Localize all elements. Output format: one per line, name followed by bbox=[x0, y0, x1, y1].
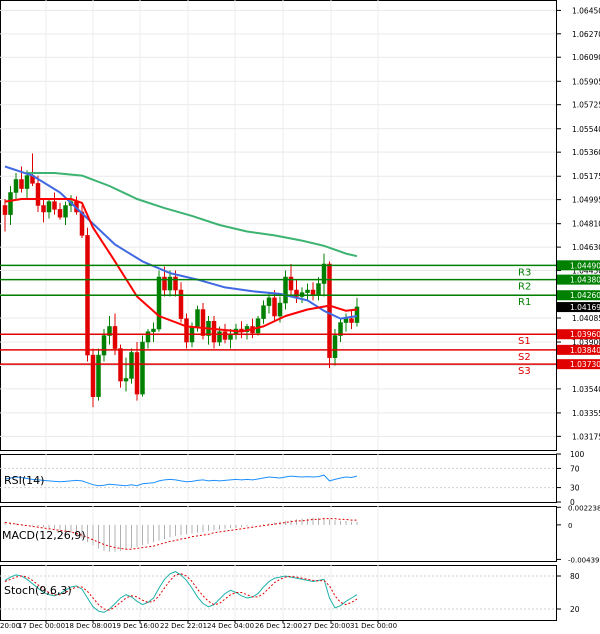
candle-bear bbox=[90, 354, 96, 397]
y-tick-label: 1.05905 bbox=[572, 77, 600, 86]
level-name-s2: S2 bbox=[518, 352, 531, 363]
level-name-s3: S3 bbox=[518, 366, 531, 377]
y-tick-label: 1.04810 bbox=[572, 220, 600, 229]
candle-bull bbox=[46, 201, 52, 213]
y-tick-label: 1.05360 bbox=[572, 148, 600, 157]
rsi-tick-label: 70 bbox=[570, 464, 580, 473]
level-name-r1: R1 bbox=[518, 297, 531, 308]
candle-bull bbox=[277, 302, 283, 317]
candle-bear bbox=[200, 309, 206, 336]
forex-chart: 1.06450 1.06270 1.06090 1.05905 1.05725 1.055… bbox=[0, 0, 600, 630]
macd-label: MACD(12,26,9) bbox=[2, 529, 86, 542]
candle-bull bbox=[123, 378, 129, 382]
y-tick-label: 1.04085 bbox=[572, 314, 600, 323]
candle-bull bbox=[151, 328, 156, 332]
x-tick-label: 24 Dec 04:00 bbox=[207, 622, 254, 630]
rsi-panel-frame bbox=[0, 454, 557, 503]
candle-bear bbox=[19, 179, 24, 189]
level-name-r3: R3 bbox=[518, 267, 531, 278]
candle-bear bbox=[35, 183, 41, 206]
rsi-tick-label: 30 bbox=[570, 484, 580, 493]
candle-bull bbox=[156, 276, 162, 330]
candle-bull bbox=[129, 352, 134, 379]
candle-bull bbox=[266, 297, 272, 306]
candle-bull bbox=[316, 283, 321, 296]
candle-bull bbox=[261, 305, 266, 319]
y-tick-label: 1.04995 bbox=[572, 196, 600, 205]
rsi-label: RSI(14) bbox=[4, 474, 44, 487]
level-price-label: 1.04380 bbox=[570, 276, 600, 285]
x-tick-label: 22 Dec 22:01 bbox=[160, 622, 207, 630]
y-tick-label: 1.03540 bbox=[572, 385, 600, 394]
candle-bear bbox=[2, 205, 8, 215]
candle-bear bbox=[178, 289, 184, 319]
candle-bear bbox=[52, 201, 57, 210]
candle-bear bbox=[211, 320, 217, 343]
level-name-s1: S1 bbox=[518, 336, 531, 347]
level-price-label: 1.04490 bbox=[570, 261, 600, 270]
candle-bull bbox=[101, 335, 107, 356]
stoch-tick-label: 80 bbox=[570, 572, 580, 581]
level-price-label: 1.04260 bbox=[570, 291, 600, 300]
candle-bull bbox=[195, 309, 200, 327]
candle-bull bbox=[8, 192, 13, 215]
candle-bull bbox=[13, 179, 19, 193]
candle-bull bbox=[145, 331, 151, 343]
candle-bear bbox=[41, 205, 46, 213]
x-tick-label: 27 Dec 20:00 bbox=[303, 622, 350, 630]
x-tick-label: 31 Dec 00:00 bbox=[350, 622, 397, 630]
y-tick-label: 1.06270 bbox=[572, 30, 600, 39]
macd-tick-label: 0.002238 bbox=[568, 504, 600, 512]
y-tick-label: 1.03175 bbox=[572, 432, 600, 441]
candle-bull bbox=[63, 205, 68, 218]
x-tick-label: 18 Dec 08:00 bbox=[65, 622, 112, 630]
candle-bear bbox=[134, 352, 140, 395]
candle-bear bbox=[57, 209, 63, 218]
candle-bear bbox=[349, 318, 354, 323]
candle-bull bbox=[228, 333, 233, 340]
level-price-label: 1.03960 bbox=[570, 330, 600, 339]
stoch-tick-label: 20 bbox=[570, 605, 580, 614]
x-tick-label: 19 Dec 16:00 bbox=[112, 622, 159, 630]
y-tick-label: 1.05175 bbox=[572, 172, 600, 181]
candle-bear bbox=[112, 326, 118, 349]
candle-bear bbox=[272, 297, 277, 317]
candle-bull bbox=[343, 318, 349, 323]
x-tick-label: 26 Dec 12:00 bbox=[255, 622, 302, 630]
x-tick-label: 17 Dec 00:00 bbox=[18, 622, 65, 630]
rsi-tick-label: 100 bbox=[570, 450, 585, 459]
level-name-r2: R2 bbox=[518, 282, 531, 293]
macd-tick-label: 0 bbox=[568, 522, 572, 530]
y-tick-label: 1.06090 bbox=[572, 53, 600, 62]
y-tick-label: 1.06450 bbox=[572, 6, 600, 15]
candle-bull bbox=[305, 289, 310, 293]
y-tick-label: 1.05725 bbox=[572, 101, 600, 110]
y-tick-label: 1.03355 bbox=[572, 409, 600, 418]
candle-bear bbox=[310, 289, 316, 296]
candle-bull bbox=[321, 263, 327, 284]
candle-bear bbox=[184, 318, 189, 343]
candle-bull bbox=[283, 276, 288, 304]
candle-bear bbox=[327, 263, 332, 358]
level-price-label: 1.03840 bbox=[570, 346, 600, 355]
candle-bull bbox=[332, 335, 338, 358]
level-price-label: 1.03730 bbox=[570, 360, 600, 369]
candle-bear bbox=[222, 331, 228, 340]
candle-bull bbox=[96, 354, 101, 397]
candle-bull bbox=[217, 331, 222, 343]
stoch-label: Stoch(9,6,3) bbox=[4, 584, 72, 597]
y-tick-label: 1.05540 bbox=[572, 125, 600, 134]
y-tick-label: 1.04630 bbox=[572, 243, 600, 252]
macd-tick-label: -0.004397 bbox=[568, 556, 600, 564]
candle-bull bbox=[255, 318, 261, 334]
candle-bull bbox=[24, 175, 30, 189]
last-price-label: 1.04169 bbox=[570, 303, 600, 312]
